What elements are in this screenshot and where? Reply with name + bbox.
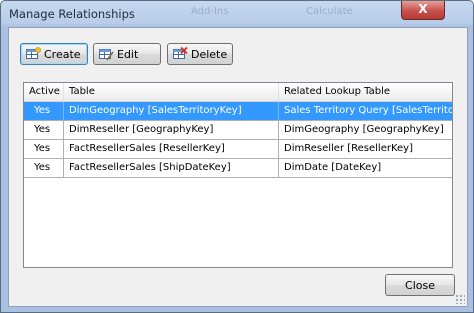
dialog-client-area: Create Edit Delete Active Table Related … [8,27,468,307]
column-header-active[interactable]: Active [24,83,64,101]
dialog-window: Manage Relationships Add-Ins Calculate X… [0,0,474,313]
table-cell: DimReseller [GeographyKey] [64,121,279,139]
table-row[interactable]: Yes FactResellerSales [ShipDateKey] DimD… [24,159,452,178]
background-menu-text: Add-Ins [191,6,229,17]
related-lookup-cell: DimReseller [ResellerKey] [284,143,413,154]
edit-button[interactable]: Edit [93,43,161,65]
table-cell: DimGeography [SalesTerritoryKey] [64,102,279,120]
related-lookup-cell: DimGeography [GeographyKey] [284,124,444,135]
table-row[interactable]: Yes DimReseller [GeographyKey] DimGeogra… [24,121,452,140]
related-lookup-cell: Sales Territory Query [SalesTerritoryKey… [284,105,452,116]
close-button-label: Close [405,278,435,292]
active-cell: Yes [24,159,64,177]
resize-grip-icon[interactable] [455,294,465,304]
create-button-label: Create [44,47,81,61]
column-header-table[interactable]: Table [64,83,279,101]
relationships-table[interactable]: Active Table Related Lookup Table Yes Di… [23,82,453,268]
delete-table-icon [173,46,188,61]
active-cell: Yes [24,140,64,158]
create-table-icon [26,47,41,61]
close-icon: X [418,2,428,16]
active-cell: Yes [24,102,64,120]
title-bar[interactable]: Manage Relationships Add-Ins Calculate X [1,1,473,27]
table-row[interactable]: Yes FactResellerSales [ResellerKey] DimR… [24,140,452,159]
background-menu-text: Calculate [306,6,353,17]
table-cell: FactResellerSales [ResellerKey] [64,140,279,158]
create-button[interactable]: Create [20,43,88,65]
table-row[interactable]: Yes DimGeography [SalesTerritoryKey] Sal… [24,102,452,121]
edit-table-icon [99,47,114,61]
delete-button-label: Delete [191,47,228,61]
table-header: Active Table Related Lookup Table [24,83,452,102]
edit-button-label: Edit [117,47,139,61]
table-cell: FactResellerSales [ShipDateKey] [64,159,279,177]
dialog-title: Manage Relationships [9,7,135,21]
related-lookup-cell: DimDate [DateKey] [284,162,382,173]
active-cell: Yes [24,121,64,139]
close-window-button[interactable]: X [401,1,445,20]
close-button[interactable]: Close [385,274,455,296]
column-header-related-lookup-table[interactable]: Related Lookup Table [279,83,452,101]
delete-button[interactable]: Delete [167,43,233,65]
